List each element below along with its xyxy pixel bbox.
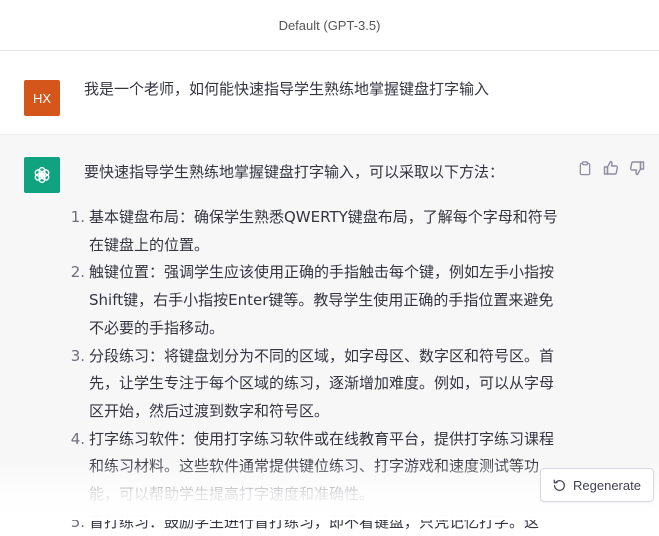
openai-logo-icon xyxy=(34,166,50,184)
answer-list: 1. 基本键盘布局：确保学生熟悉QWERTY键盘布局，了解每个字母和符号在键盘上… xyxy=(68,204,568,536)
list-item: 2. 触键位置：强调学生应该使用正确的手指触击每个键，例如左手小指按Shift键… xyxy=(68,259,568,342)
list-item-number: 3. xyxy=(70,346,85,365)
user-message-text: 我是一个老师，如何能快速指导学生熟练地掌握键盘打字输入 xyxy=(84,80,490,98)
assistant-intro-text: 要快速指导学生熟练地掌握键盘打字输入，可以采取以下方法： xyxy=(84,163,505,181)
assistant-message-row: 要快速指导学生熟练地掌握键盘打字输入，可以采取以下方法： 1. 基本键盘布局：确… xyxy=(0,135,659,531)
assistant-avatar xyxy=(24,157,60,193)
regenerate-label: Regenerate xyxy=(573,477,641,493)
list-item-number: 2. xyxy=(70,263,85,282)
chat-header: Default (GPT-3.5) xyxy=(0,0,659,51)
list-item-text: 触键位置：强调学生应该使用正确的手指触击每个键，例如左手小指按Shift键，右手… xyxy=(89,263,555,337)
refresh-icon xyxy=(553,479,565,491)
list-item-number: 1. xyxy=(70,208,85,226)
list-item-text: 打字练习软件：使用打字练习软件或在线教育平台，提供打字练习课程和练习材料。这些软… xyxy=(89,429,555,504)
list-item: 4. 打字练习软件：使用打字练习软件或在线教育平台，提供打字练习课程和练习材料。… xyxy=(68,426,568,509)
thumbs-up-icon xyxy=(603,160,619,175)
user-avatar-initials: HX xyxy=(32,90,52,106)
list-item-text: 分段练习：将键盘划分为不同的区域，如字母区、数字区和符号区。首先，让学生专注于每… xyxy=(89,346,555,420)
list-item: 5. 盲打练习：鼓励学生进行盲打练习，即不看键盘，只凭记忆打字。这 xyxy=(68,509,568,536)
model-label: Default (GPT-3.5) xyxy=(278,17,381,33)
list-item: 3. 分段练习：将键盘划分为不同的区域，如字母区、数字区和符号区。首先，让学生专… xyxy=(68,343,568,426)
list-item-number: 4. xyxy=(70,429,85,448)
clipboard-icon xyxy=(579,160,591,175)
user-avatar: HX xyxy=(24,80,60,116)
list-item: 1. 基本键盘布局：确保学生熟悉QWERTY键盘布局，了解每个字母和符号在键盘上… xyxy=(68,204,568,259)
regenerate-button[interactable]: Regenerate xyxy=(540,468,654,502)
list-item-text: 基本键盘布局：确保学生熟悉QWERTY键盘布局，了解每个字母和符号在键盘上的位置… xyxy=(89,208,558,254)
copy-button[interactable] xyxy=(576,159,594,177)
list-item-number: 5. xyxy=(70,512,85,531)
thumbs-down-button[interactable] xyxy=(628,159,646,177)
message-actions xyxy=(576,159,646,177)
thumbs-down-icon xyxy=(629,161,645,176)
thumbs-up-button[interactable] xyxy=(602,159,620,177)
user-message-row: HX 我是一个老师，如何能快速指导学生熟练地掌握键盘打字输入 xyxy=(0,51,659,135)
list-item-text: 盲打练习：鼓励学生进行盲打练习，即不看键盘，只凭记忆打字。这 xyxy=(89,512,540,531)
